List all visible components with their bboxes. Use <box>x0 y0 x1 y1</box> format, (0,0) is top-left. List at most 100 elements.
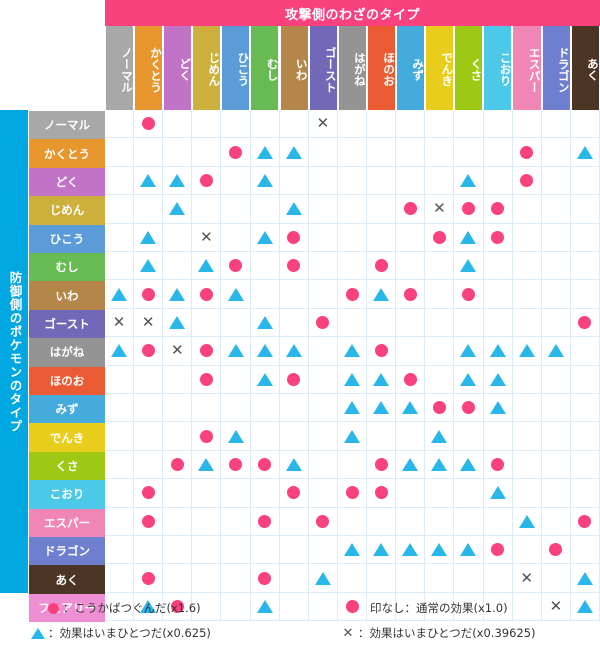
cell-r13-c1 <box>134 479 164 508</box>
cell-r5-c14 <box>512 252 542 281</box>
cell-r12-c10 <box>396 450 426 480</box>
cell-r15-c11 <box>425 536 455 565</box>
not-very-effective-icon <box>285 202 302 216</box>
cell-r11-c14 <box>512 422 542 451</box>
very-ineffective-icon: ✕ <box>141 312 155 331</box>
legend-item-0: ：こうかばつぐんだ(x1.6) <box>45 600 201 616</box>
cell-r15-c12 <box>454 536 484 565</box>
super-effective-icon <box>461 401 475 415</box>
cell-r15-c8 <box>337 536 368 565</box>
cell-r9-c1 <box>134 365 164 394</box>
legend-item-label-2: ：効果はいまひとつだ(x0.625) <box>48 626 211 640</box>
cell-r13-c16 <box>570 479 600 508</box>
cell-r9-c10 <box>396 365 426 394</box>
cell-r6-c6 <box>279 280 309 309</box>
cell-r4-c11 <box>425 223 455 252</box>
cell-r7-c1: ✕ <box>134 308 164 338</box>
not-very-effective-icon <box>344 372 360 386</box>
cell-r14-c5 <box>250 507 280 536</box>
cell-r12-c7 <box>308 450 338 480</box>
not-very-effective-icon <box>344 401 360 415</box>
cell-r14-c7 <box>308 507 338 536</box>
cell-r8-c6 <box>279 337 309 366</box>
super-effective-icon <box>258 514 272 528</box>
legend-item-label-3: ：効果はいまひとつだ(x0.39625) <box>358 626 536 640</box>
cell-r10-c13 <box>483 394 513 423</box>
cell-r9-c5 <box>250 365 280 394</box>
cell-r1-c7 <box>308 138 338 167</box>
cell-r0-c14 <box>512 110 542 139</box>
cell-r11-c8 <box>337 422 368 451</box>
column-header-1: かくとう <box>134 26 163 110</box>
cell-r13-c3 <box>192 479 222 508</box>
attack-axis-title: 攻撃側のわざのタイプ <box>105 0 600 26</box>
cell-r8-c14 <box>512 337 542 366</box>
cell-r16-c0 <box>105 564 135 593</box>
not-very-effective-icon <box>518 344 535 358</box>
column-header-row: ノーマル かくとう どく じめん ひこう むし いわ ゴースト はがね ほのお みず でんき くさ こおり… <box>105 26 600 110</box>
not-very-effective-icon <box>373 372 390 386</box>
super-effective-icon <box>199 287 213 301</box>
legend-item-1: 印なし：通常の効果(x1.0) <box>370 600 508 616</box>
cell-r14-c4 <box>221 507 251 536</box>
cell-r5-c15 <box>541 252 571 281</box>
super-effective-icon <box>549 543 563 557</box>
cell-r12-c2 <box>163 450 193 480</box>
cell-r8-c10 <box>396 337 426 366</box>
cell-r8-c2: ✕ <box>163 337 193 366</box>
cell-r7-c11 <box>425 308 455 338</box>
cell-r15-c1 <box>134 536 164 565</box>
not-very-effective-icon <box>460 457 477 471</box>
column-header-9: ほのお <box>367 26 396 110</box>
cell-r13-c9 <box>367 479 397 508</box>
not-very-effective-icon <box>373 287 390 301</box>
cell-r14-c10 <box>396 507 426 536</box>
cell-r14-c14 <box>512 507 542 536</box>
cell-r8-c7 <box>308 337 338 366</box>
cell-r5-c9 <box>367 252 397 281</box>
cell-r11-c9 <box>367 422 397 451</box>
cell-r4-c0 <box>105 223 135 252</box>
cell-r0-c0 <box>105 110 135 139</box>
cell-r16-c16 <box>570 564 600 593</box>
cell-r1-c0 <box>105 138 135 167</box>
not-very-effective-icon <box>285 457 302 471</box>
row-header-15: ドラゴン <box>29 537 105 566</box>
cell-r12-c5 <box>250 450 280 480</box>
cell-r1-c6 <box>279 138 309 167</box>
column-header-13: こおり <box>484 26 512 110</box>
legend: ：こうかばつぐんだ(x1.6) 印なし：通常の効果(x1.0) ：効果はいまひとつだ… <box>0 596 600 650</box>
cell-r8-c1 <box>134 337 164 366</box>
super-effective-icon <box>374 259 388 273</box>
cell-r10-c12 <box>454 394 484 423</box>
cell-r5-c0 <box>105 252 135 281</box>
super-effective-icon <box>578 315 592 329</box>
cell-r11-c3 <box>192 422 222 451</box>
column-header-0: ノーマル <box>105 26 134 110</box>
cell-r11-c12 <box>454 422 484 451</box>
row-header-0: ノーマル <box>29 111 105 140</box>
cell-r14-c16 <box>570 507 600 536</box>
cell-r10-c16 <box>570 394 600 423</box>
cell-r3-c5 <box>250 195 280 224</box>
cell-r12-c13 <box>483 450 513 480</box>
cell-r5-c8 <box>337 252 368 281</box>
super-effective-icon <box>578 514 592 528</box>
row-header-11: でんき <box>29 423 105 452</box>
cell-r1-c8 <box>337 138 368 167</box>
cell-r2-c3 <box>192 166 222 196</box>
super-effective-icon <box>199 344 213 358</box>
not-very-effective-icon <box>227 287 244 301</box>
cell-r3-c10 <box>396 195 426 224</box>
super-effective-icon <box>199 372 213 386</box>
not-very-effective-icon <box>140 230 157 244</box>
cell-r12-c3 <box>192 450 222 480</box>
cell-r7-c6 <box>279 308 309 338</box>
cell-r9-c7 <box>308 365 338 394</box>
super-effective-icon <box>316 315 330 329</box>
cell-r12-c6 <box>279 450 309 480</box>
not-very-effective-icon <box>431 429 448 443</box>
cell-r2-c11 <box>425 166 455 196</box>
cell-r9-c9 <box>367 365 397 394</box>
cell-r9-c12 <box>454 365 484 394</box>
